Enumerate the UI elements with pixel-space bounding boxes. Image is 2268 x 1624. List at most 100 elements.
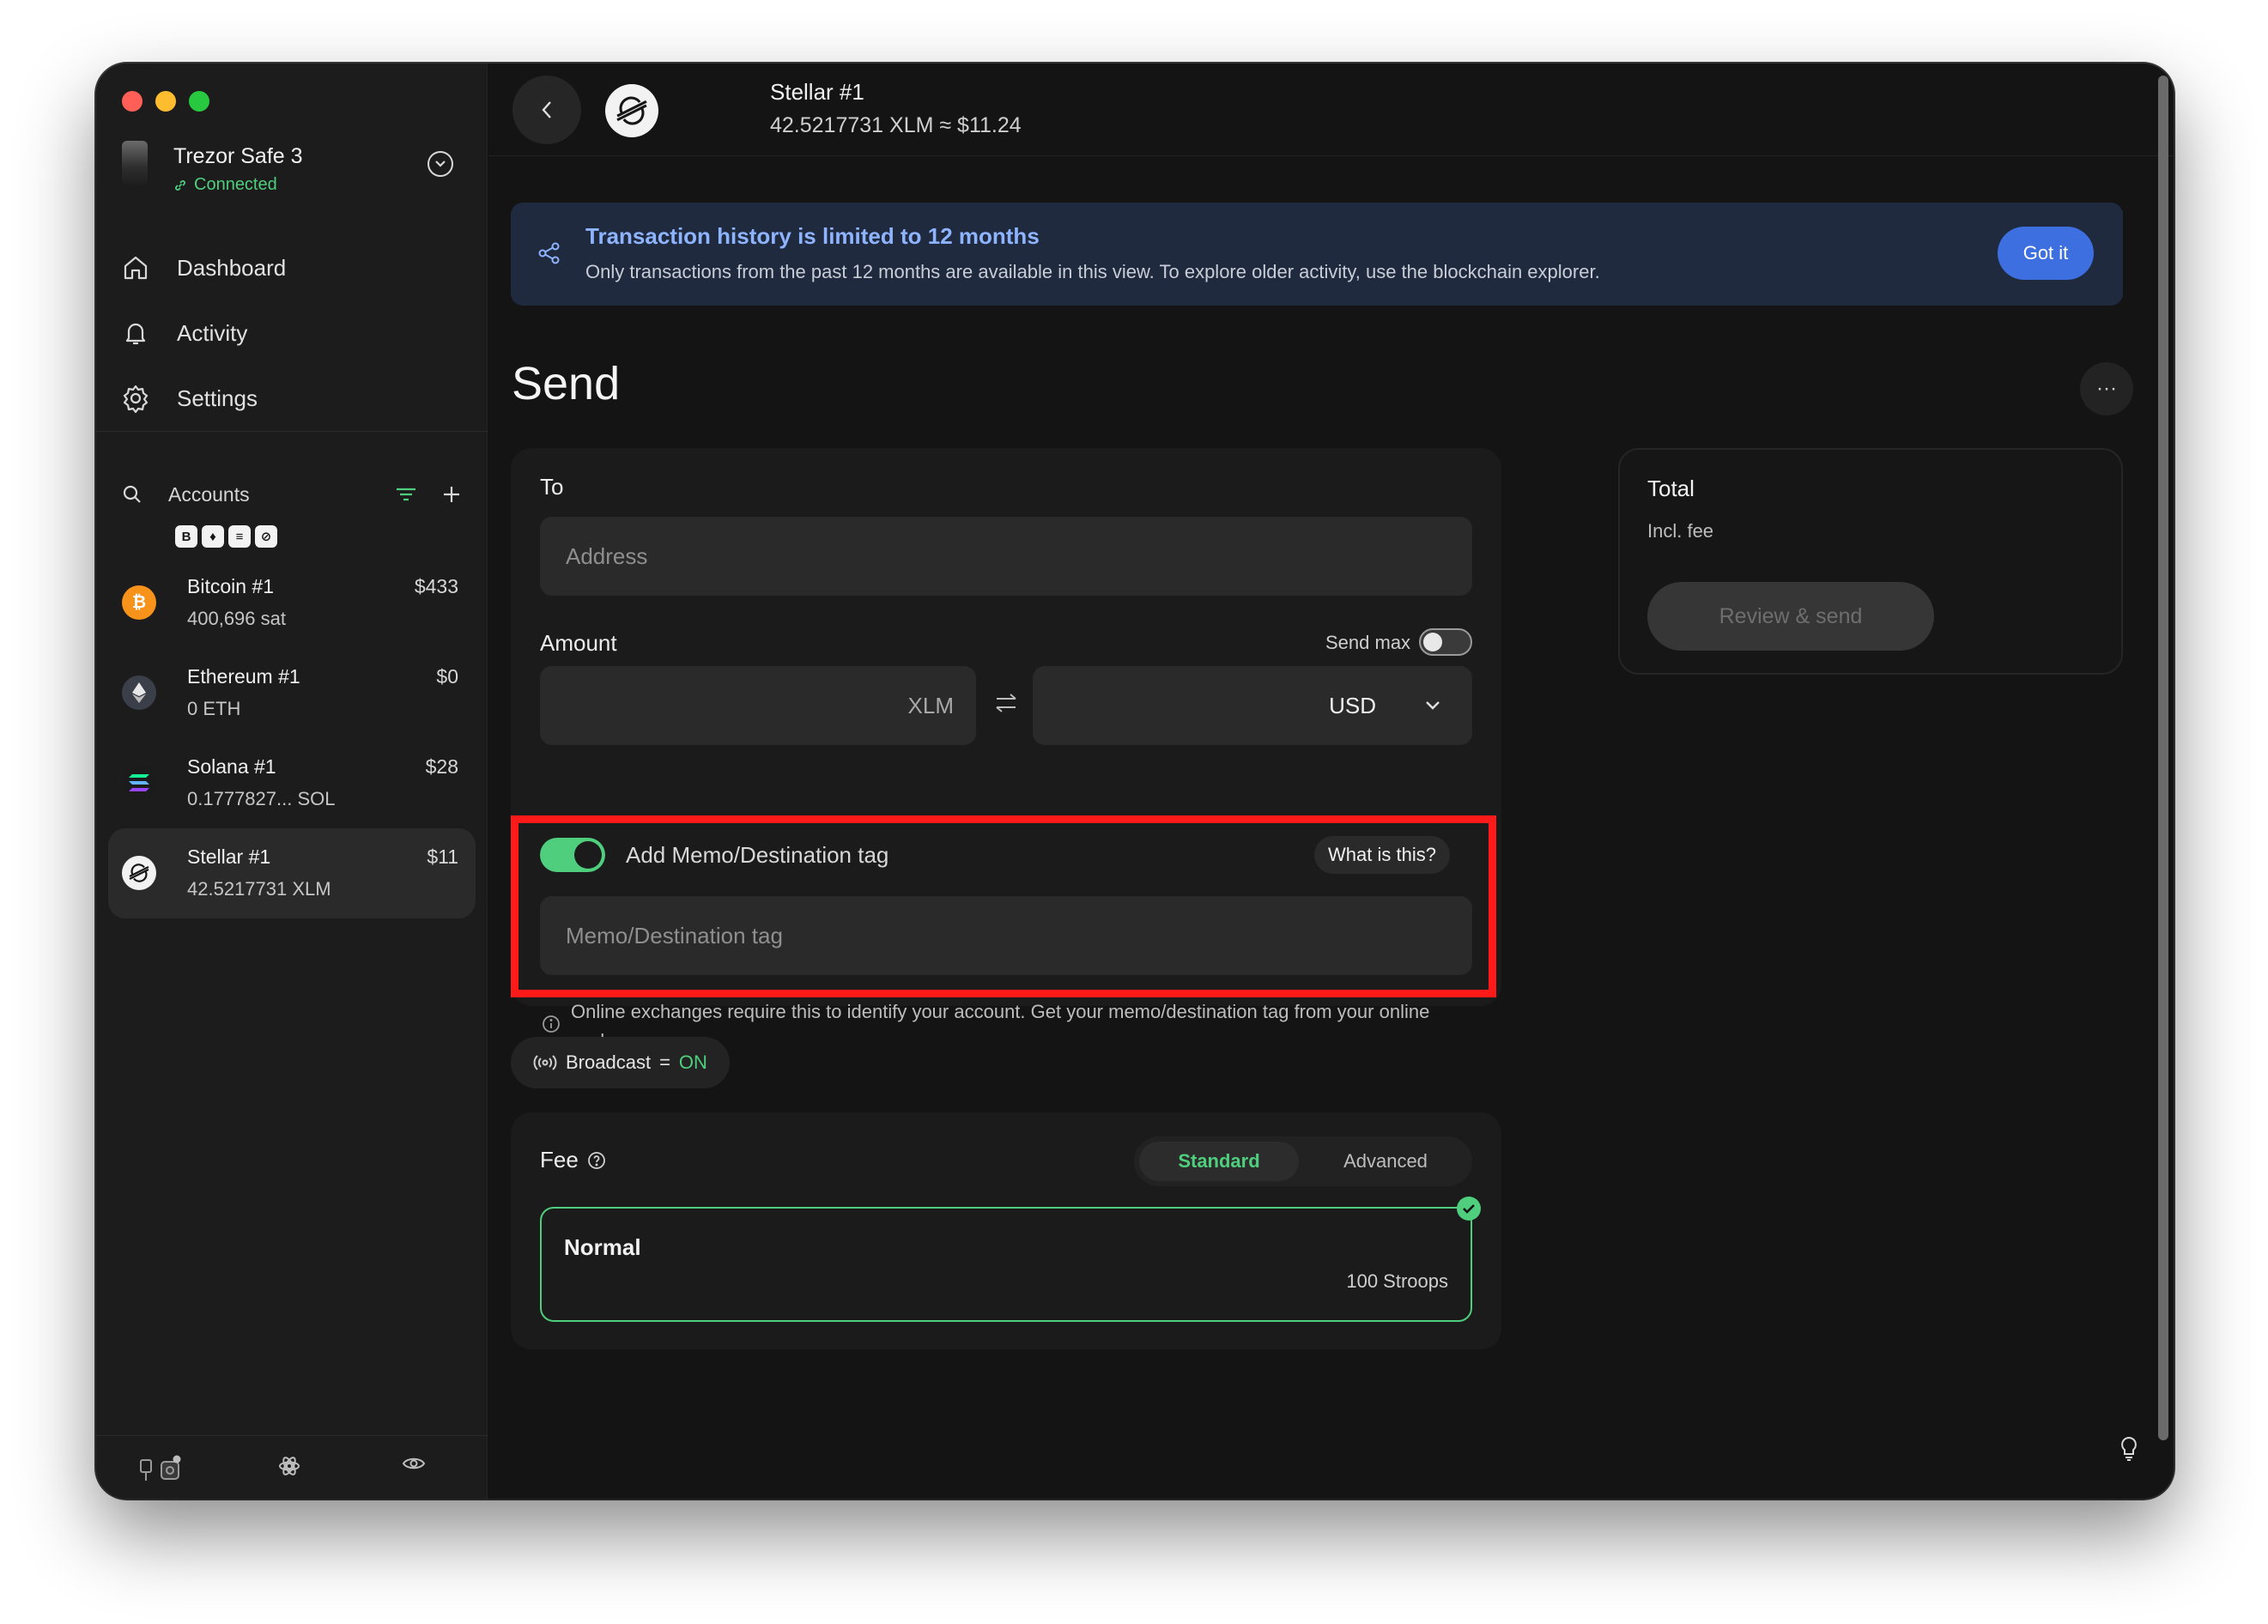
fee-card: Fee Standard Advanced Normal 100 Stroops [511, 1112, 1501, 1349]
history-limit-banner: Transaction history is limited to 12 mon… [511, 203, 2123, 306]
scrollbar[interactable] [2158, 76, 2168, 1440]
search-icon[interactable] [122, 484, 143, 505]
fee-option-amount: 100 Stroops [1346, 1270, 1448, 1292]
gear-icon [120, 383, 151, 414]
account-item-stellar[interactable]: Stellar #1 42.5217731 XLM $11 [108, 828, 476, 918]
fiat-unit: USD [1329, 692, 1376, 718]
back-button[interactable] [512, 76, 581, 144]
help-icon[interactable] [587, 1151, 606, 1170]
chevron-down-icon [1426, 701, 1440, 710]
sidebar-footer [96, 1435, 488, 1499]
banner-title: Transaction history is limited to 12 mon… [585, 223, 1040, 249]
account-item-solana[interactable]: Solana #1 0.1777827... SOL $28 [108, 738, 476, 828]
broadcast-status-button[interactable]: Broadcast = ON [511, 1037, 730, 1088]
nav-item-label: Dashboard [177, 254, 287, 281]
device-name: Trezor Safe 3 [173, 144, 303, 168]
account-fiat-value: $11 [427, 845, 458, 868]
solana-icon [122, 766, 156, 800]
bitcoin-filter-chip[interactable]: B [175, 525, 197, 548]
top-bar: Stellar #1 42.5217731 XLM ≈ $11.24 [488, 64, 2174, 156]
sidebar: Trezor Safe 3 Connected Dashboard Activi… [96, 64, 488, 1499]
tab-standard[interactable]: Standard [1139, 1142, 1299, 1181]
stellar-icon [605, 84, 658, 137]
more-options-button[interactable]: ··· [2080, 362, 2133, 415]
stellar-filter-chip[interactable]: ⊘ [255, 525, 277, 548]
memo-toggle[interactable] [540, 838, 605, 872]
swap-icon[interactable] [993, 692, 1019, 718]
memo-toggle-label: Add Memo/Destination tag [626, 842, 889, 868]
link-icon [175, 179, 185, 191]
account-fiat-value: $0 [436, 665, 458, 688]
fee-option-normal[interactable]: Normal 100 Stroops [540, 1207, 1472, 1322]
total-subtitle: Incl. fee [1647, 520, 1714, 542]
minimize-window-button[interactable] [155, 91, 176, 112]
fee-option-name: Normal [564, 1234, 641, 1260]
window-controls [122, 91, 209, 112]
check-icon [1457, 1197, 1481, 1221]
send-max-toggle[interactable] [1419, 628, 1472, 656]
main-content: Stellar #1 42.5217731 XLM ≈ $11.24 Trans… [488, 64, 2174, 1499]
main-nav: Dashboard Activity Settings [120, 235, 464, 431]
nav-item-settings[interactable]: Settings [120, 366, 464, 431]
bitcoin-icon: ₿ [122, 585, 156, 620]
amount-label: Amount [540, 630, 617, 656]
tor-icon[interactable] [278, 1455, 300, 1477]
device-status: Connected [173, 175, 277, 195]
fee-label: Fee [540, 1147, 579, 1173]
close-window-button[interactable] [122, 91, 143, 112]
lightbulb-icon[interactable] [2119, 1436, 2139, 1466]
nav-item-label: Activity [177, 319, 248, 346]
page-title: Send [512, 358, 621, 409]
nav-item-dashboard[interactable]: Dashboard [120, 235, 464, 300]
total-card: Total Incl. fee Review & send [1618, 448, 2123, 675]
fiat-currency-select[interactable]: USD [1033, 666, 1472, 745]
coin-filter-chips: B ♦ ≡ ⊘ [175, 525, 277, 548]
got-it-button[interactable]: Got it [1998, 227, 2094, 280]
account-item-ethereum[interactable]: Ethereum #1 0 ETH $0 [108, 648, 476, 738]
banner-text: Only transactions from the past 12 month… [585, 261, 1600, 282]
filter-icon[interactable] [395, 486, 417, 503]
broadcast-icon [533, 1055, 557, 1070]
broadcast-value: ON [678, 1051, 707, 1073]
eye-icon[interactable] [402, 1455, 426, 1472]
review-and-send-button[interactable]: Review & send [1647, 582, 1934, 651]
chevron-down-icon[interactable] [428, 151, 453, 177]
device-usb-icon[interactable] [137, 1455, 184, 1484]
broadcast-label: Broadcast [566, 1051, 652, 1073]
account-balance: 0 ETH [187, 698, 241, 719]
account-name: Stellar #1 [187, 845, 271, 868]
account-balance: 0.1777827... SOL [187, 788, 336, 809]
add-account-icon[interactable] [441, 484, 462, 505]
solana-filter-chip[interactable]: ≡ [228, 525, 251, 548]
nav-item-activity[interactable]: Activity [120, 300, 464, 366]
device-status-text: Connected [194, 175, 277, 194]
account-item-bitcoin[interactable]: ₿ Bitcoin #1 400,696 sat $433 [108, 558, 476, 648]
chevron-left-icon [542, 101, 551, 118]
account-name: Solana #1 [187, 755, 276, 778]
account-fiat-value: $28 [425, 755, 458, 778]
account-list: ₿ Bitcoin #1 400,696 sat $433 Ethereum #… [108, 558, 476, 918]
send-form-card: To Address Amount Send max XLM USD Add M… [511, 448, 1501, 1051]
address-input[interactable]: Address [540, 517, 1472, 596]
tab-advanced[interactable]: Advanced [1306, 1142, 1465, 1181]
broadcast-eq: = [659, 1051, 670, 1073]
account-balance: 400,696 sat [187, 608, 286, 629]
info-icon [542, 1015, 561, 1038]
to-label: To [540, 474, 564, 500]
maximize-window-button[interactable] [189, 91, 209, 112]
device-switcher[interactable]: Trezor Safe 3 Connected [122, 141, 465, 201]
send-max-label: Send max [1325, 632, 1411, 653]
what-is-this-button[interactable]: What is this? [1314, 836, 1450, 874]
account-name: Bitcoin #1 [187, 575, 275, 597]
ethereum-icon [122, 676, 156, 710]
ethereum-filter-chip[interactable]: ♦ [202, 525, 224, 548]
account-balance: 42.5217731 XLM [187, 878, 331, 900]
fee-mode-tabs: Standard Advanced [1134, 1136, 1472, 1186]
memo-input[interactable]: Memo/Destination tag [540, 896, 1472, 975]
bell-icon [120, 318, 151, 348]
app-window: Trezor Safe 3 Connected Dashboard Activi… [96, 64, 2174, 1499]
share-nodes-icon [537, 240, 562, 270]
stellar-icon [122, 856, 156, 890]
crypto-amount-input[interactable]: XLM [540, 666, 976, 745]
accounts-label: Accounts [168, 482, 250, 506]
